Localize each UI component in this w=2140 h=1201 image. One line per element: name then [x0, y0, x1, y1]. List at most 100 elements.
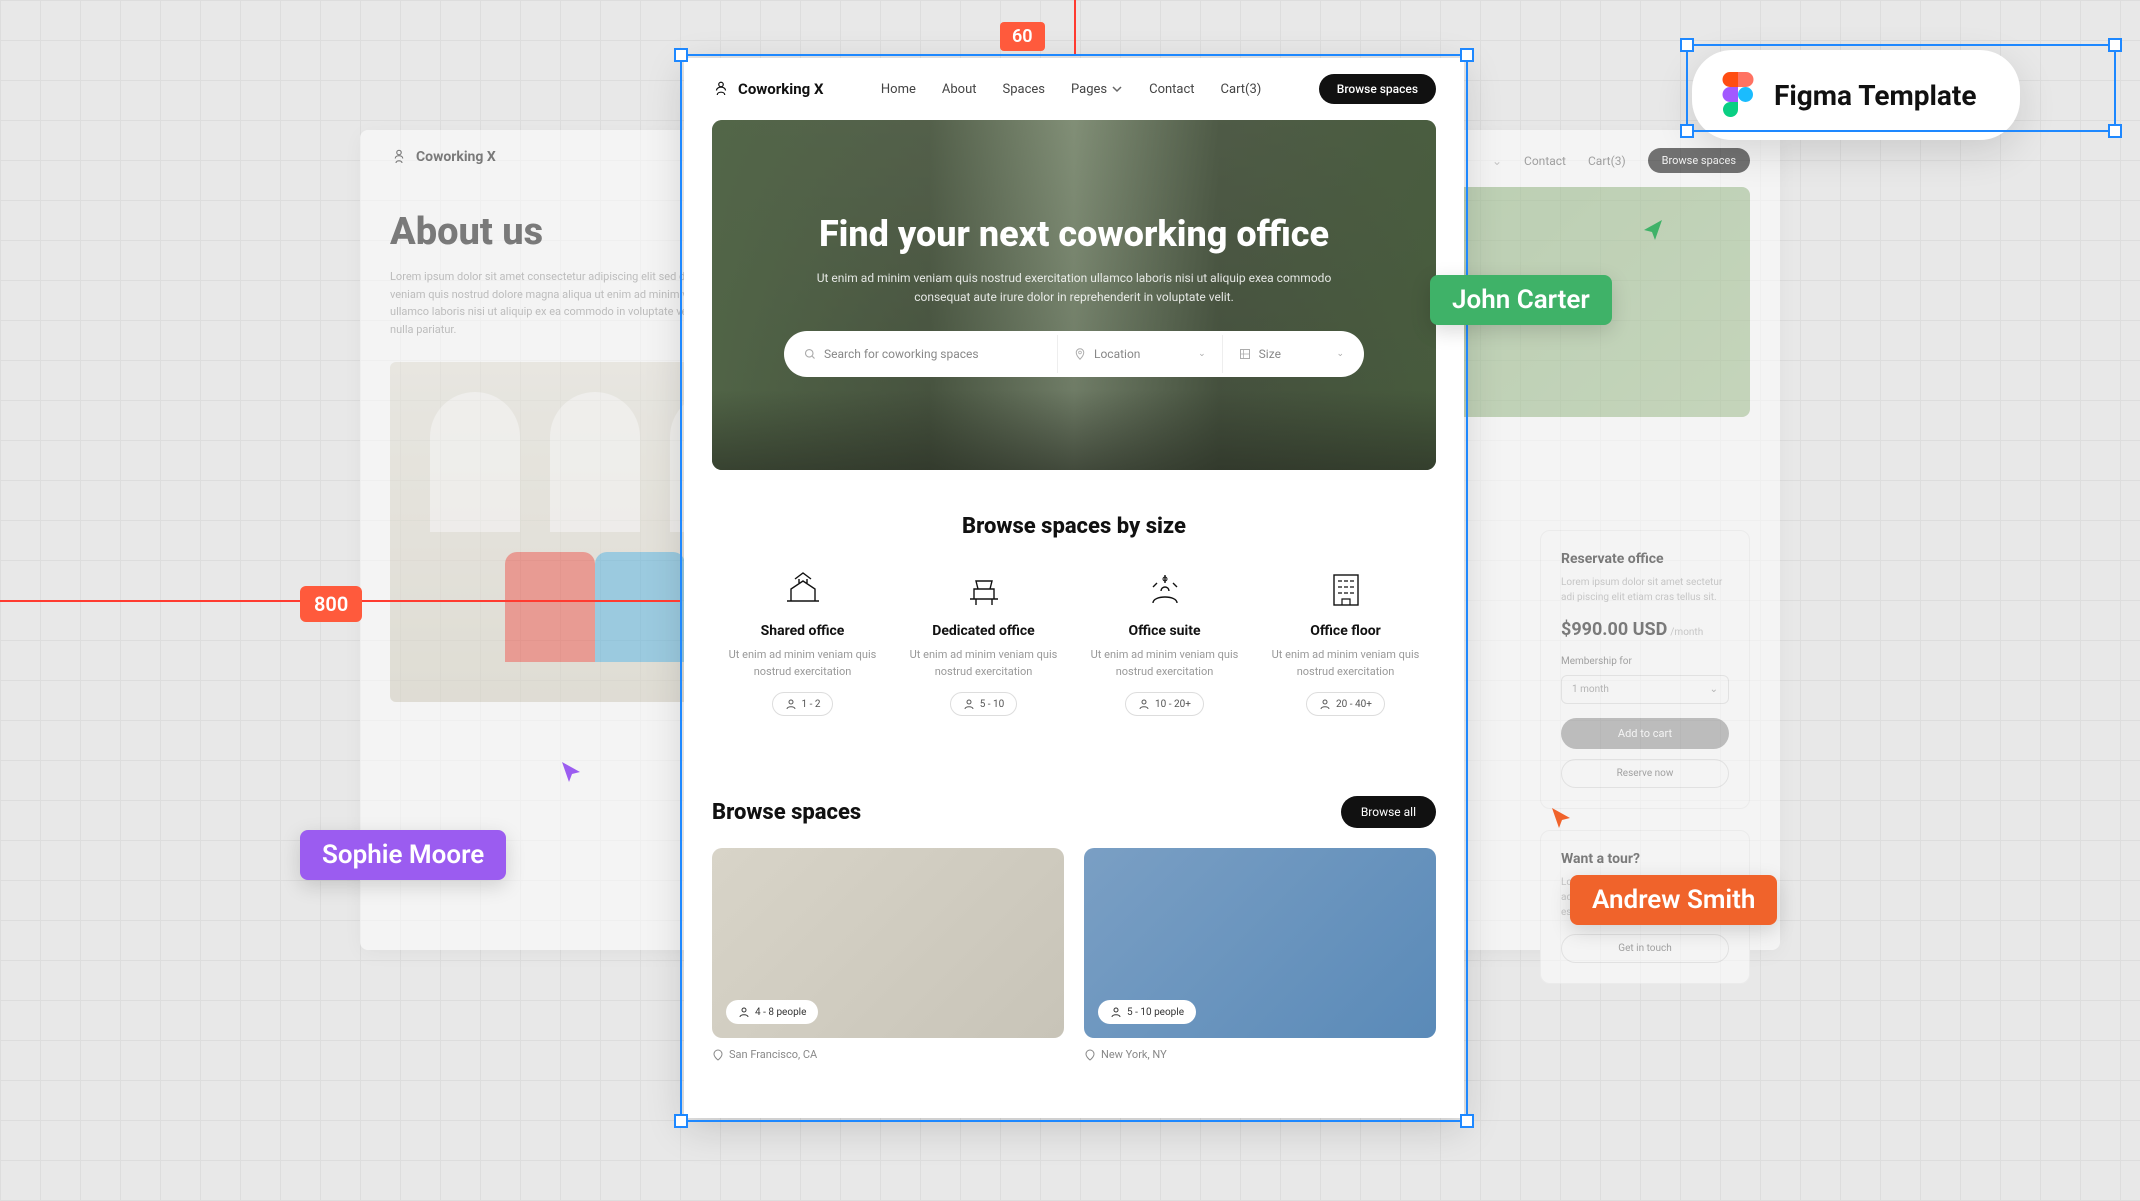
- add-to-cart-button: Add to cart: [1561, 718, 1729, 749]
- space-cards: 4 - 8 people 5 - 10 people: [684, 848, 1464, 1038]
- capacity-pill: 1 - 2: [772, 692, 834, 716]
- size-card-dedicated[interactable]: Dedicated office Ut enim ad minim veniam…: [904, 569, 1064, 716]
- reserve-sub: Lorem ipsum dolor sit amet sectetur adi …: [1561, 575, 1729, 605]
- brand[interactable]: Coworking X: [712, 80, 823, 98]
- size-icon: [1239, 348, 1251, 360]
- office-floor-icon: [1266, 569, 1426, 611]
- nav-links: Home About Spaces Pages Contact Cart(3): [881, 82, 1261, 97]
- search-placeholder: Search for coworking spaces: [824, 347, 979, 361]
- nav-spaces[interactable]: Spaces: [1003, 82, 1046, 97]
- main-nav: Coworking X Home About Spaces Pages Cont…: [684, 58, 1464, 120]
- logo-icon: [390, 148, 408, 166]
- location-label: Location: [1094, 347, 1140, 361]
- search-input[interactable]: Search for coworking spaces: [788, 335, 1058, 373]
- selected-frame-home[interactable]: Coworking X Home About Spaces Pages Cont…: [684, 58, 1464, 1118]
- section-title-browse: Browse spaces: [712, 800, 861, 825]
- size-desc: Ut enim ad minim veniam quis nostrud exe…: [723, 647, 883, 680]
- person-icon: [963, 698, 975, 710]
- size-name: Office suite: [1085, 623, 1245, 639]
- size-card-shared[interactable]: Shared office Ut enim ad minim veniam qu…: [723, 569, 883, 716]
- capacity-pill: 5 - 10 people: [1098, 1000, 1196, 1024]
- user-tag-andrew: Andrew Smith: [1570, 875, 1777, 925]
- nav-home[interactable]: Home: [881, 82, 916, 97]
- space-card[interactable]: 5 - 10 people: [1084, 848, 1436, 1038]
- person-icon: [1138, 698, 1150, 710]
- size-desc: Ut enim ad minim veniam quis nostrud exe…: [904, 647, 1064, 680]
- nav-cart[interactable]: Cart(3): [1221, 82, 1262, 97]
- size-desc: Ut enim ad minim veniam quis nostrud exe…: [1266, 647, 1426, 680]
- user-tag-john: John Carter: [1430, 275, 1612, 325]
- window-shape: [550, 392, 640, 532]
- chevron-down-icon: ⌄: [1336, 349, 1344, 359]
- measurement-line-top: [1074, 0, 1076, 54]
- cursor-icon: [1640, 218, 1664, 246]
- person-icon: [1110, 1006, 1122, 1018]
- browse-all-button[interactable]: Browse all: [1341, 796, 1436, 828]
- size-select[interactable]: Size ⌄: [1223, 335, 1360, 373]
- size-desc: Ut enim ad minim veniam quis nostrud exe…: [1085, 647, 1245, 680]
- location-select[interactable]: Location ⌄: [1058, 335, 1223, 373]
- reserve-card: Reservate office Lorem ipsum dolor sit a…: [1540, 530, 1750, 809]
- person-icon: [785, 698, 797, 710]
- space-card[interactable]: 4 - 8 people: [712, 848, 1064, 1038]
- size-card-floor[interactable]: Office floor Ut enim ad minim veniam qui…: [1266, 569, 1426, 716]
- person-icon: [1319, 698, 1331, 710]
- figma-template-chip[interactable]: Figma Template: [1692, 50, 2020, 140]
- figma-chip-label: Figma Template: [1774, 79, 1976, 112]
- reserve-title: Reservate office: [1561, 551, 1729, 567]
- capacity-pill: 5 - 10: [950, 692, 1018, 716]
- cursor-icon: [560, 760, 584, 788]
- office-suite-icon: [1085, 569, 1245, 611]
- nav-contact[interactable]: Contact: [1149, 82, 1194, 97]
- nav-link: Cart(3): [1588, 154, 1626, 168]
- size-label: Size: [1259, 347, 1281, 361]
- capacity-pill: 4 - 8 people: [726, 1000, 818, 1024]
- sizes-grid: Shared office Ut enim ad minim veniam qu…: [684, 569, 1464, 716]
- size-name: Shared office: [723, 623, 883, 639]
- cursor-icon: [1550, 806, 1574, 834]
- dedicated-office-icon: [904, 569, 1064, 611]
- logo-text: Coworking X: [416, 149, 496, 165]
- size-name: Office floor: [1266, 623, 1426, 639]
- figma-logo-icon: [1722, 72, 1754, 118]
- capacity-pill: 20 - 40+: [1306, 692, 1385, 716]
- membership-label: Membership for: [1561, 656, 1729, 667]
- window-shape: [430, 392, 520, 532]
- nav-link: Contact: [1524, 154, 1566, 168]
- price-period: /month: [1670, 627, 1703, 638]
- location-row: San Francisco, CA New York, NY: [684, 1038, 1464, 1071]
- person-icon: [738, 1006, 750, 1018]
- capacity-pill: 10 - 20+: [1125, 692, 1204, 716]
- browse-header-row: Browse spaces Browse all: [684, 716, 1464, 848]
- browse-spaces-button[interactable]: Browse spaces: [1319, 74, 1436, 104]
- search-icon: [804, 348, 816, 360]
- measurement-badge-top: 60: [1000, 22, 1045, 51]
- pin-icon: [1084, 1049, 1096, 1061]
- hero-subtitle: Ut enim ad minim veniam quis nostrud exe…: [804, 269, 1344, 307]
- reserve-now-button: Reserve now: [1561, 759, 1729, 788]
- get-in-touch-button: Get in touch: [1561, 934, 1729, 963]
- section-title-sizes: Browse spaces by size: [684, 514, 1464, 539]
- pin-icon: [712, 1049, 724, 1061]
- space-location: San Francisco, CA: [712, 1048, 1064, 1061]
- shared-office-icon: [723, 569, 883, 611]
- chevron-down-icon: ⌄: [1198, 349, 1206, 359]
- hero: Find your next coworking office Ut enim …: [712, 120, 1436, 470]
- user-tag-sophie: Sophie Moore: [300, 830, 506, 880]
- logo: Coworking X: [390, 148, 496, 166]
- nav-pages-dropdown[interactable]: Pages: [1071, 82, 1123, 97]
- brand-text: Coworking X: [738, 80, 823, 98]
- nav-about[interactable]: About: [942, 82, 977, 97]
- tour-title: Want a tour?: [1561, 851, 1729, 867]
- pin-icon: [1074, 348, 1086, 360]
- hero-title: Find your next coworking office: [819, 213, 1329, 255]
- size-name: Dedicated office: [904, 623, 1064, 639]
- search-bar: Search for coworking spaces Location ⌄ S…: [784, 331, 1364, 377]
- membership-select: 1 month⌄: [1561, 675, 1729, 704]
- size-card-suite[interactable]: Office suite Ut enim ad minim veniam qui…: [1085, 569, 1245, 716]
- space-location: New York, NY: [1084, 1048, 1436, 1061]
- browse-button: Browse spaces: [1648, 148, 1750, 173]
- measurement-badge-left: 800: [300, 586, 362, 622]
- logo-icon: [712, 80, 730, 98]
- chevron-down-icon: [1111, 83, 1123, 95]
